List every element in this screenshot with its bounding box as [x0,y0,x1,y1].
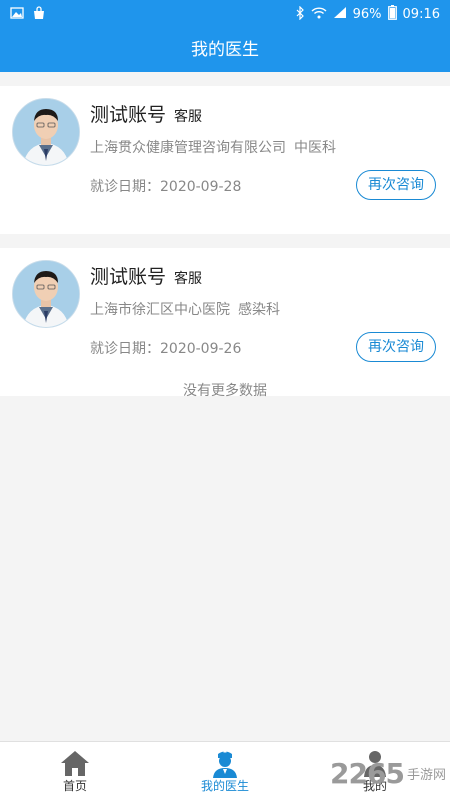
visit-date: 就诊日期：2020-09-28 [90,179,242,195]
home-icon [59,748,91,778]
image-icon [10,6,24,24]
tab-my-doctor[interactable]: 我的医生 [150,742,300,800]
battery-percent: 96% [352,7,382,22]
dept-name: 感染科 [238,302,280,318]
consult-again-button[interactable]: 再次咨询 [356,170,436,200]
wifi-icon [311,6,327,23]
doctor-name: 测试账号 客服 [90,266,203,288]
consult-again-button[interactable]: 再次咨询 [356,332,436,362]
bag-icon [32,6,46,24]
page-title: 我的医生 [0,28,450,72]
list-end-text: 没有更多数据 [183,383,267,399]
org-name: 上海市徐汇区中心医院 [90,302,230,318]
doctor-tag: 客服 [174,271,203,287]
doctor-avatar [12,260,80,328]
watermark-number: 2265 [330,757,405,790]
doctor-card[interactable]: 测试账号 客服 上海市徐汇区中心医院 感染科 就诊日期：2020-09-26 再次咨… [0,248,450,396]
tab-label: 我的医生 [200,779,249,793]
tab-home[interactable]: 首页 [0,742,150,800]
bluetooth-icon [296,5,305,24]
status-time: 09:16 [402,7,440,22]
status-bar: 96% 09:16 [0,0,450,28]
doctor-name: 测试账号 客服 [90,104,203,126]
visit-date: 就诊日期：2020-09-26 [90,341,242,357]
doctor-tag: 客服 [174,109,203,125]
doctor-list: 测试账号 客服 上海贯众健康管理咨询有限公司 中医科 就诊日期：2020-09-28… [0,72,450,396]
watermark: 2265 手游网 [330,757,446,790]
doctor-card[interactable]: 测试账号 客服 上海贯众健康管理咨询有限公司 中医科 就诊日期：2020-09-28… [0,86,450,234]
battery-icon [387,5,397,24]
watermark-text: 手游网 [406,768,446,783]
tab-label: 首页 [62,779,87,793]
doctor-avatar [12,98,80,166]
signal-icon [333,6,347,23]
org-name: 上海贯众健康管理咨询有限公司 [90,140,286,156]
doctor-icon [209,748,241,778]
doctor-org: 上海市徐汇区中心医院 感染科 [90,299,280,319]
doctor-org: 上海贯众健康管理咨询有限公司 中医科 [90,137,336,157]
dept-name: 中医科 [294,140,336,156]
